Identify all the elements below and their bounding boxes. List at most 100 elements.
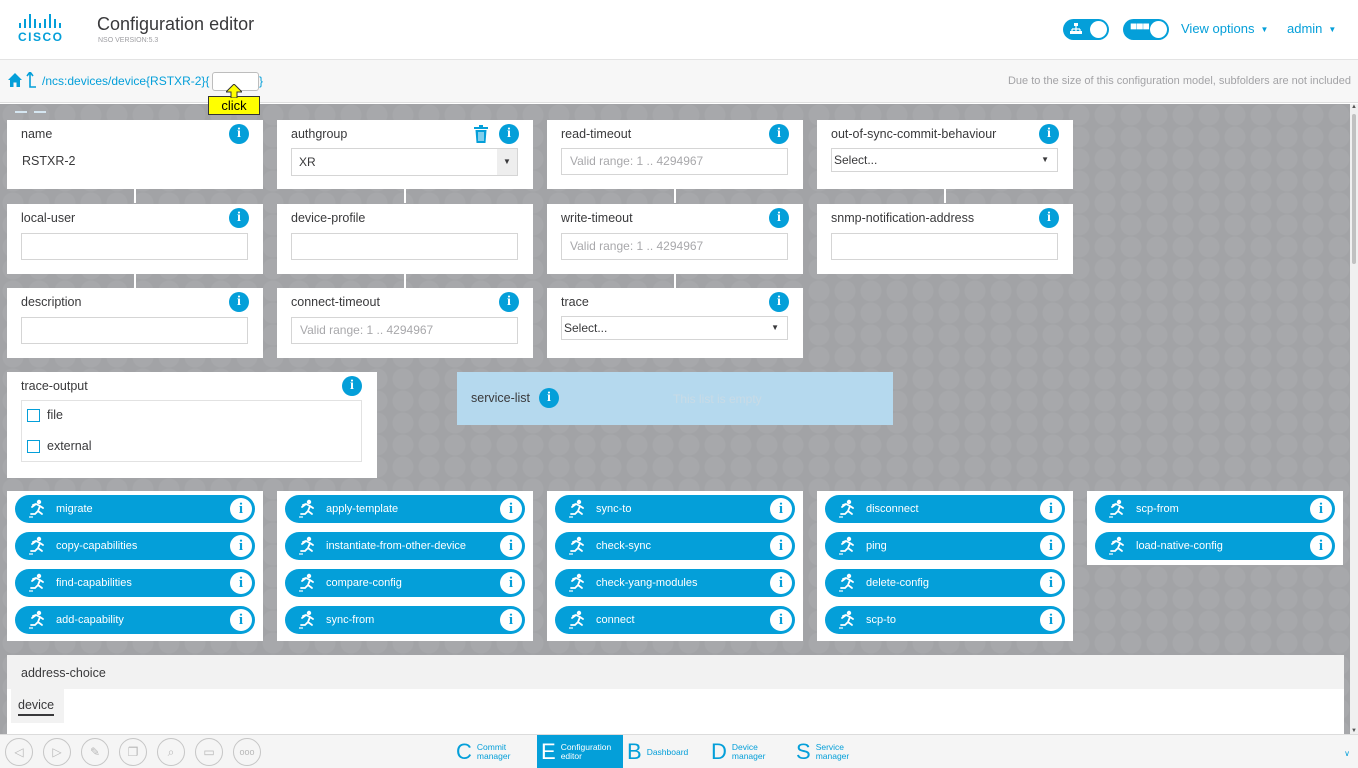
info-icon[interactable]: i xyxy=(342,376,362,396)
info-icon[interactable]: i xyxy=(230,572,252,594)
info-icon[interactable]: i xyxy=(770,535,792,557)
home-icon[interactable] xyxy=(8,73,22,87)
tab-device[interactable]: device xyxy=(11,689,64,723)
action-label: add-capability xyxy=(56,614,124,626)
more-icon[interactable]: ooo xyxy=(233,738,261,766)
info-icon[interactable]: i xyxy=(770,572,792,594)
info-icon[interactable]: i xyxy=(229,124,249,144)
info-icon[interactable]: i xyxy=(1310,498,1332,520)
dropdown-arrow-icon: ▼ xyxy=(771,323,779,332)
checkbox[interactable] xyxy=(27,439,40,453)
trace-select[interactable]: Select... ▼ xyxy=(561,316,788,340)
action-instantiate-from-other-device[interactable]: instantiate-from-other-device i xyxy=(285,532,525,560)
info-icon[interactable]: i xyxy=(769,124,789,144)
breadcrumb-close: } xyxy=(259,74,264,88)
out-of-sync-select[interactable]: Select... ▼ xyxy=(831,148,1058,172)
connect-timeout-input[interactable]: Valid range: 1 .. 4294967 xyxy=(291,317,518,344)
info-icon[interactable]: i xyxy=(770,498,792,520)
snmp-input[interactable] xyxy=(831,233,1058,260)
description-input[interactable] xyxy=(21,317,248,344)
local-user-input[interactable] xyxy=(21,233,248,260)
info-icon[interactable]: i xyxy=(500,535,522,557)
compact-toggle[interactable]: ■■■ xyxy=(1123,19,1169,40)
info-icon[interactable]: i xyxy=(499,124,519,144)
action-scp-from[interactable]: scp-from i xyxy=(1095,495,1335,523)
info-icon[interactable]: i xyxy=(1310,535,1332,557)
action-add-capability[interactable]: add-capability i xyxy=(15,606,255,634)
tab-commit-manager[interactable]: C Commit manager xyxy=(452,735,536,768)
run-action-icon xyxy=(1108,536,1126,556)
option-external[interactable]: external xyxy=(27,439,91,453)
info-icon[interactable]: i xyxy=(230,535,252,557)
write-timeout-input[interactable]: Valid range: 1 .. 4294967 xyxy=(561,233,788,260)
action-check-yang-modules[interactable]: check-yang-modules i xyxy=(555,569,795,597)
info-icon[interactable]: i xyxy=(230,609,252,631)
info-icon[interactable]: i xyxy=(1040,498,1062,520)
info-icon[interactable]: i xyxy=(1039,208,1059,228)
tab-device-manager[interactable]: D Device manager xyxy=(707,735,791,768)
checkbox[interactable] xyxy=(27,408,40,422)
info-icon[interactable]: i xyxy=(500,498,522,520)
action-sync-from[interactable]: sync-from i xyxy=(285,606,525,634)
tab-dashboard[interactable]: B Dashboard xyxy=(623,735,707,768)
info-icon[interactable]: i xyxy=(229,292,249,312)
vertical-scrollbar[interactable]: ▲ ▼ xyxy=(1350,104,1358,734)
back-icon[interactable]: ◁ xyxy=(5,738,33,766)
info-icon[interactable]: i xyxy=(230,498,252,520)
info-icon[interactable]: i xyxy=(769,292,789,312)
authgroup-select[interactable]: XR ▼ xyxy=(291,148,518,176)
breadcrumb-path[interactable]: /ncs:devices/device{RSTXR-2}{ xyxy=(42,74,209,88)
action-apply-template[interactable]: apply-template i xyxy=(285,495,525,523)
action-migrate[interactable]: migrate i xyxy=(15,495,255,523)
up-arrow-icon[interactable] xyxy=(25,72,37,88)
action-check-sync[interactable]: check-sync i xyxy=(555,532,795,560)
info-icon[interactable]: i xyxy=(539,388,559,408)
action-ping[interactable]: ping i xyxy=(825,532,1065,560)
device-profile-input[interactable] xyxy=(291,233,518,260)
info-icon[interactable]: i xyxy=(1040,572,1062,594)
action-copy-capabilities[interactable]: copy-capabilities i xyxy=(15,532,255,560)
info-icon[interactable]: i xyxy=(1039,124,1059,144)
field-trace: trace i Select... ▼ xyxy=(547,288,803,358)
action-label: migrate xyxy=(56,503,93,515)
tab-configuration-editor[interactable]: E Configuration editor xyxy=(537,735,623,768)
info-icon[interactable]: i xyxy=(1040,609,1062,631)
trash-icon[interactable] xyxy=(473,125,489,143)
topology-toggle[interactable] xyxy=(1063,19,1109,40)
keyboard-icon[interactable]: ▭ xyxy=(195,738,223,766)
scroll-thumb[interactable] xyxy=(1352,114,1356,264)
action-sync-to[interactable]: sync-to i xyxy=(555,495,795,523)
option-file[interactable]: file xyxy=(27,408,63,422)
edit-icon[interactable]: ✎ xyxy=(81,738,109,766)
run-action-icon xyxy=(28,573,46,593)
dots-icon: ■■■ xyxy=(1130,19,1150,33)
info-icon[interactable]: i xyxy=(769,208,789,228)
action-panel: disconnect i ping i delete-config i scp-to i xyxy=(817,491,1073,641)
copy-icon[interactable]: ❐ xyxy=(119,738,147,766)
info-icon[interactable]: i xyxy=(229,208,249,228)
scroll-up-icon[interactable]: ▲ xyxy=(1351,104,1357,110)
info-icon[interactable]: i xyxy=(499,292,519,312)
action-disconnect[interactable]: disconnect i xyxy=(825,495,1065,523)
bottom-toolbar: ◁ ▷ ✎ ❐ ⌕ ▭ ooo C Commit manager E Config… xyxy=(0,734,1358,768)
info-icon[interactable]: i xyxy=(770,609,792,631)
action-compare-config[interactable]: compare-config i xyxy=(285,569,525,597)
info-icon[interactable]: i xyxy=(500,609,522,631)
field-label: read-timeout xyxy=(561,127,632,141)
action-find-capabilities[interactable]: find-capabilities i xyxy=(15,569,255,597)
subfolder-note: Due to the size of this configuration mo… xyxy=(1007,75,1351,87)
cisco-logo[interactable]: CISCO xyxy=(18,14,72,44)
action-load-native-config[interactable]: load-native-config i xyxy=(1095,532,1335,560)
user-menu[interactable]: admin ▼ xyxy=(1287,21,1336,36)
action-delete-config[interactable]: delete-config i xyxy=(825,569,1065,597)
info-icon[interactable]: i xyxy=(500,572,522,594)
view-options-menu[interactable]: View options ▼ xyxy=(1181,21,1268,36)
read-timeout-input[interactable]: Valid range: 1 .. 4294967 xyxy=(561,148,788,175)
tab-service-manager[interactable]: S Service manager xyxy=(792,735,878,768)
search-icon[interactable]: ⌕ xyxy=(157,738,185,766)
action-scp-to[interactable]: scp-to i xyxy=(825,606,1065,634)
forward-icon[interactable]: ▷ xyxy=(43,738,71,766)
info-icon[interactable]: i xyxy=(1040,535,1062,557)
chevron-down-icon[interactable]: ∨ xyxy=(1344,749,1350,758)
action-connect[interactable]: connect i xyxy=(555,606,795,634)
